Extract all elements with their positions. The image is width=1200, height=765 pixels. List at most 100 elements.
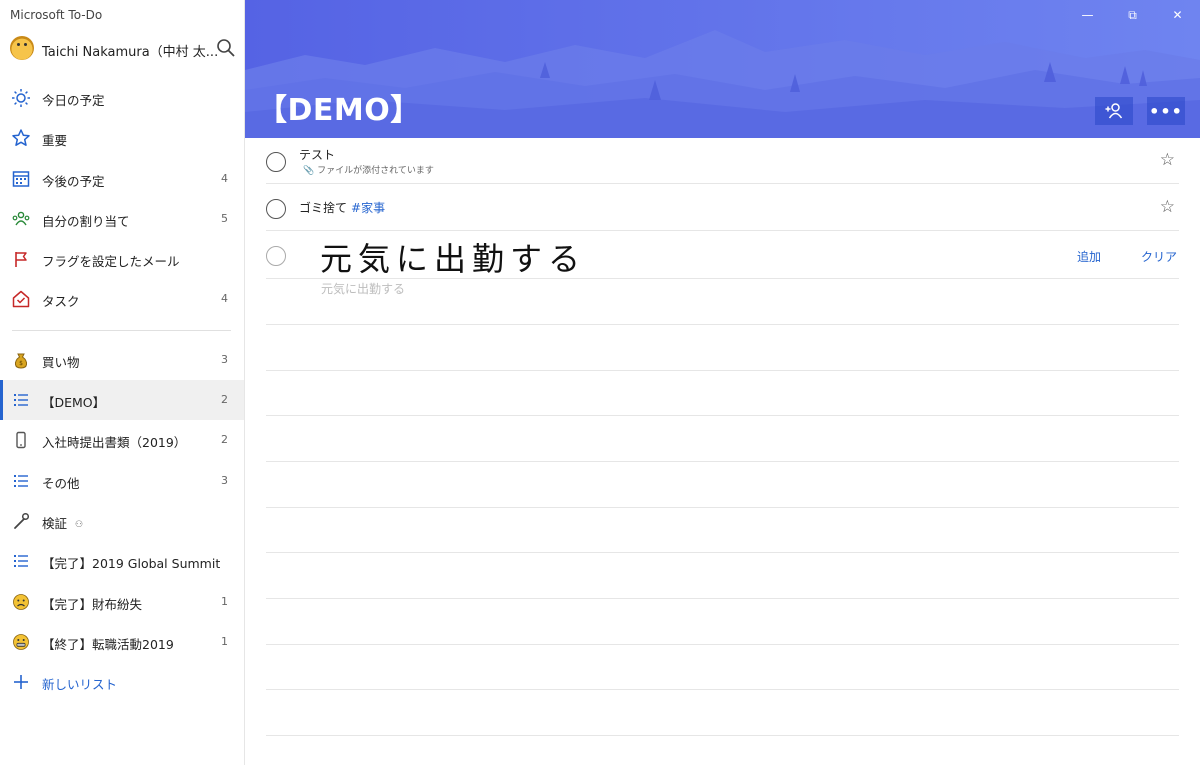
complete-checkbox[interactable] xyxy=(266,199,286,219)
nav-label: 買い物 xyxy=(42,354,80,370)
home-icon xyxy=(11,289,31,309)
nav-label: 自分の割り当て xyxy=(42,213,130,229)
todo-app: Microsoft To-Do Taichi Nakamura（中村 太... … xyxy=(0,0,1200,765)
task-row[interactable]: ゴミ捨て #家事 ☆ xyxy=(266,185,1179,231)
add-button[interactable]: 追加 xyxy=(1077,248,1101,265)
star-icon xyxy=(11,128,31,148)
importance-star-button[interactable]: ☆ xyxy=(1160,197,1175,217)
task-subtitle: 📎 ファイルが添付されています xyxy=(303,163,434,176)
minimize-icon: — xyxy=(1081,8,1094,22)
phone-icon xyxy=(11,430,31,450)
search-button[interactable] xyxy=(214,36,238,60)
star-outline-icon: ☆ xyxy=(1159,150,1175,170)
people-icon xyxy=(11,209,31,229)
minimize-button[interactable]: — xyxy=(1065,0,1110,30)
add-task-row[interactable]: 元気に出勤する 元気に出勤する 追加 クリア xyxy=(266,232,1179,296)
nav-label: その他 xyxy=(42,475,80,491)
nav-label: 重要 xyxy=(42,133,68,149)
share-list-button[interactable] xyxy=(1095,97,1133,125)
nav-count: 3 xyxy=(221,352,228,366)
complete-checkbox[interactable] xyxy=(266,152,286,172)
handwriting-ink[interactable]: 元気に出勤する xyxy=(316,234,616,282)
svg-text:$: $ xyxy=(19,360,23,367)
avatar[interactable] xyxy=(10,36,34,60)
nav-label: フラグを設定したメール xyxy=(42,254,180,270)
plus-icon xyxy=(11,672,31,692)
nav-label: 今日の予定 xyxy=(42,93,105,108)
nav-item-planned[interactable]: 今後の予定 4 xyxy=(0,159,244,199)
task-title[interactable]: ゴミ捨て #家事 xyxy=(299,199,385,216)
star-outline-icon: ☆ xyxy=(1159,197,1175,217)
empty-row-divider xyxy=(266,507,1179,508)
nav-divider xyxy=(0,320,245,340)
nav-label: 【DEMO】 xyxy=(42,395,106,411)
nav-count: 4 xyxy=(221,292,228,306)
new-list-button[interactable]: 新しいリスト xyxy=(0,662,244,702)
ellipsis-icon: ••• xyxy=(1149,101,1183,121)
nav-item-important[interactable]: 重要 xyxy=(0,118,244,158)
nav-label: 【完了】2019 Global Summit xyxy=(42,556,221,572)
empty-row-divider xyxy=(266,324,1179,325)
nav-label: 入社時提出書類（2019） xyxy=(42,435,187,451)
nav-item-lost-wallet[interactable]: 【完了】財布紛失 1 xyxy=(0,582,244,622)
empty-row-divider xyxy=(266,370,1179,371)
user-name[interactable]: Taichi Nakamura（中村 太... xyxy=(42,41,218,60)
calendar-icon xyxy=(11,169,31,189)
attachment-icon: 📎 xyxy=(303,166,315,176)
clear-button[interactable]: クリア xyxy=(1141,248,1177,265)
window-controls: — ⧉ ✕ xyxy=(1065,0,1200,30)
sun-icon xyxy=(11,88,31,108)
more-options-button[interactable]: ••• xyxy=(1147,97,1185,125)
nav-item-demo[interactable]: 【DEMO】 2 xyxy=(0,380,244,421)
money-bag-icon: $ xyxy=(11,350,31,370)
handwriting-text: 元気に出勤する xyxy=(320,240,586,278)
nav-count: 5 xyxy=(221,211,228,225)
empty-row-divider xyxy=(266,552,1179,553)
account-row[interactable]: Taichi Nakamura（中村 太... xyxy=(0,32,245,66)
flag-icon xyxy=(11,249,31,269)
empty-row-divider xyxy=(266,461,1179,462)
search-icon xyxy=(217,39,235,57)
nav-count: 2 xyxy=(221,433,228,447)
nav-item-today[interactable]: 今日の予定 xyxy=(0,78,244,118)
nav-label: 【終了】転職活動2019 xyxy=(42,636,174,652)
task-row[interactable]: テスト 📎 ファイルが添付されています ☆ xyxy=(266,138,1179,184)
nav-item-job-hunting[interactable]: 【終了】転職活動2019 1 xyxy=(0,622,244,662)
nav-count: 1 xyxy=(221,634,228,648)
nav-count: 3 xyxy=(221,473,228,487)
empty-row-divider xyxy=(266,644,1179,645)
shared-icon: ⚇ xyxy=(75,519,84,530)
nav-count: 4 xyxy=(221,171,228,185)
hashtag-link[interactable]: #家事 xyxy=(351,201,385,215)
recognized-text: 元気に出勤する xyxy=(321,282,406,296)
empty-row-divider xyxy=(266,598,1179,599)
nav-count: 2 xyxy=(221,393,228,407)
nav-label: 検証 ⚇ xyxy=(42,513,83,532)
add-person-icon xyxy=(1105,103,1123,119)
nav-count: 1 xyxy=(221,594,228,608)
list-title[interactable]: 【DEMO】 xyxy=(257,85,421,129)
list-icon xyxy=(11,471,31,491)
new-list-label: 新しいリスト xyxy=(42,677,118,693)
nav-item-other[interactable]: その他 3 xyxy=(0,461,244,501)
nav-item-flagged-email[interactable]: フラグを設定したメール xyxy=(0,239,244,279)
nav: 今日の予定 重要 今後の予定 4 自分の割り当て 5 フラグを設定したメール タ… xyxy=(0,78,245,702)
nav-label: 【完了】財布紛失 xyxy=(42,596,143,612)
sad-face-icon xyxy=(11,592,31,612)
wrench-icon xyxy=(11,511,31,531)
close-button[interactable]: ✕ xyxy=(1155,0,1200,30)
nav-item-shopping[interactable]: $ 買い物 3 xyxy=(0,340,244,380)
task-title[interactable]: テスト xyxy=(299,146,335,163)
nav-item-assigned[interactable]: 自分の割り当て 5 xyxy=(0,199,244,239)
importance-star-button[interactable]: ☆ xyxy=(1160,150,1175,170)
empty-row-divider xyxy=(266,689,1179,690)
nav-item-onboarding-docs[interactable]: 入社時提出書類（2019） 2 xyxy=(0,420,244,460)
sidebar: Microsoft To-Do Taichi Nakamura（中村 太... … xyxy=(0,0,245,765)
add-task-checkbox xyxy=(266,246,286,266)
grimace-face-icon xyxy=(11,632,31,652)
task-subtitle-text: ファイルが添付されています xyxy=(317,166,434,176)
nav-item-tasks[interactable]: タスク 4 xyxy=(0,279,244,319)
restore-button[interactable]: ⧉ xyxy=(1110,0,1155,30)
nav-item-verification[interactable]: 検証 ⚇ xyxy=(0,501,244,541)
nav-item-global-summit[interactable]: 【完了】2019 Global Summit xyxy=(0,541,244,581)
